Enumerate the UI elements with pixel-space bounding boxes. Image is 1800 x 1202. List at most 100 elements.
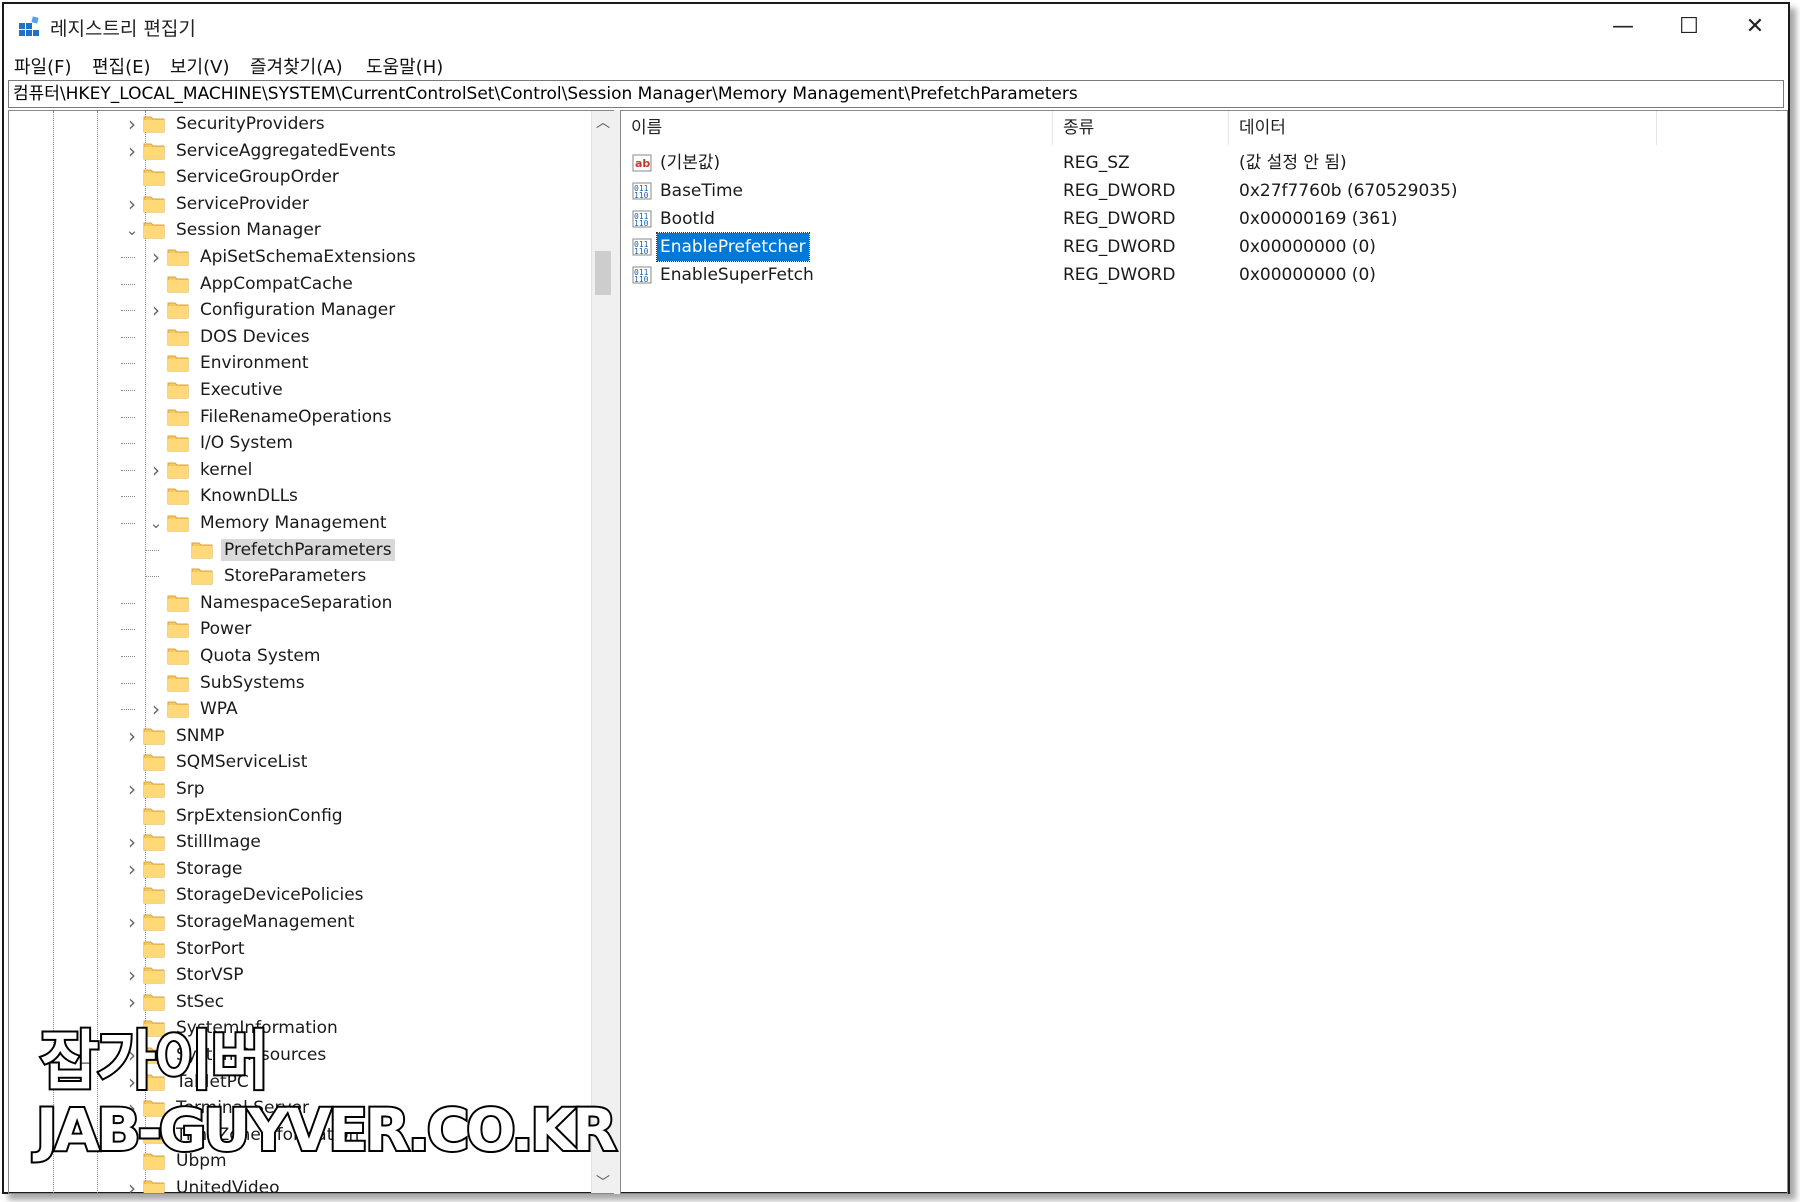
- folder-icon: [167, 594, 189, 612]
- tree-node[interactable]: AppCompatCache: [167, 271, 356, 297]
- tree-node[interactable]: PrefetchParameters: [191, 537, 395, 563]
- registry-editor-icon: [19, 16, 39, 36]
- expand-chevron-icon[interactable]: ›: [125, 909, 139, 935]
- expand-chevron-icon[interactable]: ›: [125, 776, 139, 802]
- maximize-button[interactable]: ☐: [1656, 4, 1722, 48]
- tree-node[interactable]: kernel: [167, 457, 255, 483]
- menu-help[interactable]: 도움말(H): [366, 53, 443, 79]
- expand-chevron-icon[interactable]: ›: [125, 1175, 139, 1193]
- tree-node[interactable]: ServiceProvider: [143, 191, 312, 217]
- address-bar[interactable]: 컴퓨터\HKEY_LOCAL_MACHINE\SYSTEM\CurrentCon…: [8, 80, 1784, 108]
- value-name-cell: ab (기본값): [631, 149, 723, 177]
- tree-guide-line: [121, 416, 135, 418]
- binary-value-icon: 011 110: [631, 264, 653, 286]
- folder-icon: [167, 354, 189, 372]
- column-header-data[interactable]: 데이터: [1229, 111, 1657, 145]
- folder-icon: [167, 301, 189, 319]
- tree-node[interactable]: Session Manager: [143, 217, 324, 243]
- tree-node[interactable]: Executive: [167, 377, 286, 403]
- value-data: 0x00000000 (0): [1239, 237, 1376, 257]
- expand-chevron-icon[interactable]: ›: [149, 297, 163, 323]
- value-row[interactable]: 011 110 EnableSuperFetch REG_DWORD 0x0000000…: [621, 261, 1787, 289]
- tree-node[interactable]: StorageDevicePolicies: [143, 882, 367, 908]
- tree-node[interactable]: Environment: [167, 350, 312, 376]
- tree-node-label: Environment: [200, 353, 309, 374]
- window-title: 레지스트리 편집기: [50, 18, 196, 40]
- tree-node[interactable]: SubSystems: [167, 670, 308, 696]
- value-row[interactable]: 011 110 EnablePrefetcher REG_DWORD 0x0000000…: [621, 232, 1787, 262]
- title-bar[interactable]: 레지스트리 편집기 — ☐ ✕: [4, 4, 1788, 48]
- tree-node[interactable]: StoreParameters: [191, 563, 369, 589]
- tree-node[interactable]: SNMP: [143, 723, 227, 749]
- menu-view[interactable]: 보기(V): [170, 53, 229, 79]
- folder-icon: [143, 966, 165, 984]
- expand-chevron-icon[interactable]: ›: [125, 829, 139, 855]
- tree-node[interactable]: StorPort: [143, 936, 248, 962]
- folder-icon: [191, 567, 213, 585]
- expand-chevron-icon[interactable]: ›: [125, 138, 139, 164]
- expand-chevron-icon[interactable]: ›: [125, 723, 139, 749]
- tree-node-label: PrefetchParameters: [221, 538, 395, 561]
- expand-chevron-icon[interactable]: ›: [125, 856, 139, 882]
- value-name: EnablePrefetcher: [656, 232, 810, 262]
- expand-chevron-icon[interactable]: ›: [125, 962, 139, 988]
- tree-node[interactable]: SQMServiceList: [143, 749, 310, 775]
- close-button[interactable]: ✕: [1722, 4, 1788, 48]
- value-row[interactable]: 011 110 BootId REG_DWORD 0x00000169 (361): [621, 205, 1787, 233]
- tree-node[interactable]: ApiSetSchemaExtensions: [167, 244, 419, 270]
- expand-chevron-icon[interactable]: ›: [149, 696, 163, 722]
- menu-edit[interactable]: 편집(E): [92, 53, 151, 79]
- tree-node-label: I/O System: [200, 433, 293, 454]
- tree-node[interactable]: ServiceAggregatedEvents: [143, 138, 399, 164]
- column-header-name[interactable]: 이름: [621, 111, 1053, 145]
- scroll-up-icon[interactable]: ︿: [592, 111, 614, 133]
- tree-node[interactable]: StillImage: [143, 829, 264, 855]
- tree-node-label: ApiSetSchemaExtensions: [200, 247, 416, 267]
- tree-node[interactable]: StorageManagement: [143, 909, 358, 935]
- value-type: REG_DWORD: [1063, 265, 1176, 285]
- collapse-chevron-icon[interactable]: ⌄: [149, 510, 163, 536]
- tree-node[interactable]: Power: [167, 616, 254, 642]
- expand-chevron-icon[interactable]: ›: [125, 191, 139, 217]
- tree-node[interactable]: WPA: [167, 696, 241, 722]
- menu-file[interactable]: 파일(F): [14, 53, 72, 79]
- tree-node-label: UnitedVideo: [176, 1178, 280, 1193]
- tree-node[interactable]: I/O System: [167, 430, 296, 456]
- collapse-chevron-icon[interactable]: ⌄: [125, 217, 139, 243]
- tree-node[interactable]: SrpExtensionConfig: [143, 803, 346, 829]
- tree-node[interactable]: StorVSP: [143, 962, 247, 988]
- tree-node[interactable]: Quota System: [167, 643, 323, 669]
- folder-icon: [143, 833, 165, 851]
- expand-chevron-icon[interactable]: ›: [149, 457, 163, 483]
- folder-icon: [143, 221, 165, 239]
- tree-node[interactable]: ServiceGroupOrder: [143, 164, 342, 190]
- value-row[interactable]: 011 110 BaseTime REG_DWORD 0x27f7760b (67052…: [621, 177, 1787, 205]
- folder-icon: [167, 620, 189, 638]
- scroll-down-icon[interactable]: ﹀: [592, 1171, 614, 1193]
- expand-chevron-icon[interactable]: ›: [125, 111, 139, 137]
- tree-node[interactable]: FileRenameOperations: [167, 404, 395, 430]
- folder-icon: [143, 860, 165, 878]
- svg-text:110: 110: [634, 191, 649, 200]
- tree-node-label: SecurityProviders: [176, 114, 325, 134]
- value-row[interactable]: ab (기본값) REG_SZ (값 설정 안 됨): [621, 149, 1787, 177]
- tree-scrollbar[interactable]: ︿ ﹀: [591, 111, 614, 1193]
- tree-node[interactable]: SecurityProviders: [143, 111, 328, 137]
- tree-node[interactable]: Memory Management: [167, 510, 390, 536]
- tree-node[interactable]: Srp: [143, 776, 208, 802]
- minimize-button[interactable]: —: [1590, 4, 1656, 48]
- tree-node[interactable]: UnitedVideo: [143, 1175, 283, 1193]
- tree-node[interactable]: DOS Devices: [167, 324, 313, 350]
- tree-node-label: StorageDevicePolicies: [176, 885, 364, 906]
- tree-node[interactable]: Storage: [143, 856, 246, 882]
- expand-chevron-icon[interactable]: ›: [149, 244, 163, 270]
- tree-guide-line: [121, 523, 135, 524]
- tree-node[interactable]: KnownDLLs: [167, 483, 301, 509]
- tree-node[interactable]: Configuration Manager: [167, 297, 398, 323]
- tree-node[interactable]: NamespaceSeparation: [167, 590, 395, 616]
- menu-favorites[interactable]: 즐겨찾기(A): [250, 53, 343, 79]
- watermark-korean: 잡가이버: [38, 1023, 272, 1101]
- column-header-type[interactable]: 종류: [1053, 111, 1229, 145]
- tree-guide-line: [121, 709, 135, 711]
- scroll-thumb[interactable]: [595, 251, 611, 295]
